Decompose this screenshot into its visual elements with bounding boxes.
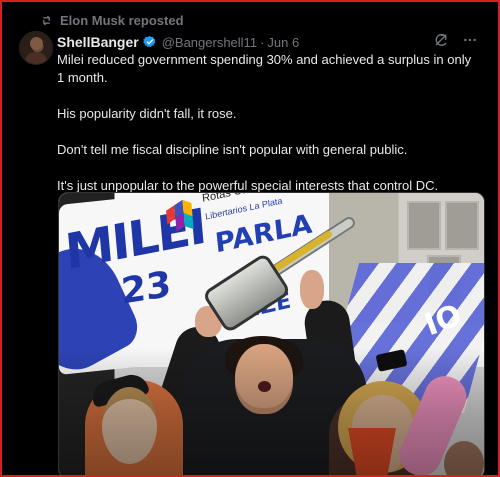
more-icon[interactable] <box>462 32 478 48</box>
tweet-paragraph: Milei reduced government spending 30% an… <box>57 52 472 85</box>
repost-context[interactable]: Elon Musk reposted <box>40 11 184 29</box>
tweet-date[interactable]: Jun 6 <box>267 35 299 50</box>
tweet-actions <box>433 32 478 48</box>
tweet-photo[interactable]: MILEI 23 Rotas Cauc Libertarios La Plata… <box>58 192 485 475</box>
reposted-tweet-card[interactable]: Elon Musk reposted ShellBanger @Bangersh… <box>0 0 500 477</box>
party-logo-icon <box>166 199 194 232</box>
sign-number: 23 <box>119 264 173 313</box>
display-name[interactable]: ShellBanger <box>57 34 139 50</box>
repost-label[interactable]: Elon Musk reposted <box>60 13 184 28</box>
verified-badge-icon <box>142 36 156 48</box>
tweet-paragraph: Don't tell me fiscal discipline isn't po… <box>57 142 408 157</box>
open-mouth <box>258 381 271 392</box>
tweet-text: Milei reduced government spending 30% an… <box>57 51 478 213</box>
repost-icon <box>43 15 50 25</box>
tweet-header: ShellBanger @Bangershell11 · Jun 6 <box>57 33 478 51</box>
central-person-face <box>235 344 293 414</box>
left-person-face <box>102 387 157 464</box>
avatar[interactable] <box>19 31 53 65</box>
grok-icon[interactable] <box>433 32 449 48</box>
handle[interactable]: @Bangershell11 <box>162 35 257 50</box>
date-separator: · <box>260 34 265 50</box>
tweet-paragraph: His popularity didn't fall, it rose. <box>57 106 237 121</box>
